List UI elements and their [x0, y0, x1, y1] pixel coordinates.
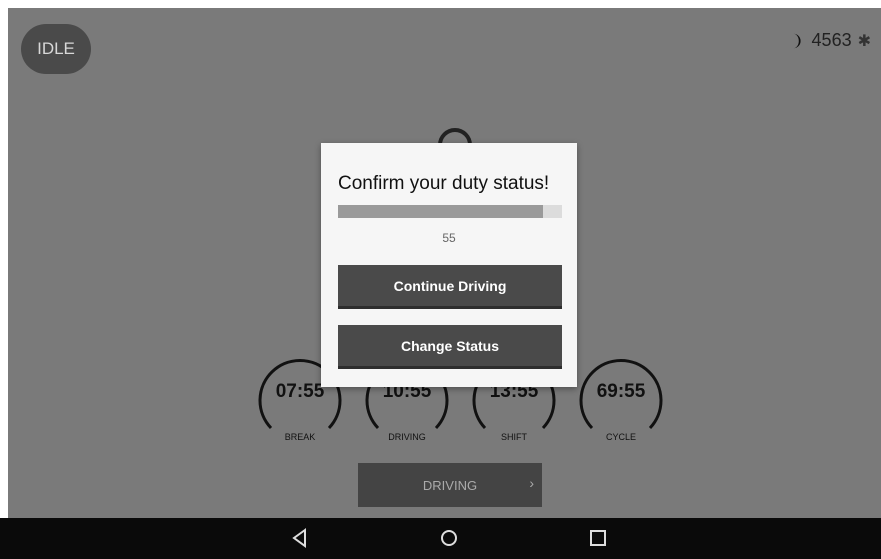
gauge-cycle: 69:55 CYCLE [574, 348, 668, 442]
unit-number: 4563 [811, 30, 852, 50]
confirm-duty-dialog: Confirm your duty status! 55 Continue Dr… [321, 143, 577, 387]
dialog-title: Confirm your duty status! [338, 173, 550, 194]
idle-status-button[interactable]: IDLE [21, 24, 91, 74]
progress-fill [338, 205, 543, 218]
continue-driving-button[interactable]: Continue Driving [338, 265, 562, 309]
countdown-progress-bar [338, 205, 562, 218]
nav-back-icon[interactable] [288, 526, 312, 550]
bluetooth-icon: ✱ [857, 32, 871, 50]
nav-home-icon[interactable] [437, 526, 461, 550]
gauge-label: BREAK [284, 432, 316, 442]
android-nav-bar [0, 518, 881, 559]
driving-status-label: DRIVING [422, 477, 478, 493]
driving-status-button[interactable]: DRIVING › [358, 463, 542, 507]
change-status-button[interactable]: Change Status [338, 325, 562, 369]
gauge-label: CYCLE [605, 432, 636, 442]
gauge-time: 69:55 [596, 381, 646, 402]
status-area: 4563 ✱ [788, 30, 871, 51]
gauge-label: SHIFT [501, 432, 527, 442]
chevron-right-icon: › [529, 475, 534, 491]
moon-icon [792, 33, 801, 48]
gauge-label: DRIVING [388, 432, 426, 442]
countdown-seconds: 55 [442, 231, 456, 245]
nav-recents-icon[interactable] [586, 526, 610, 550]
